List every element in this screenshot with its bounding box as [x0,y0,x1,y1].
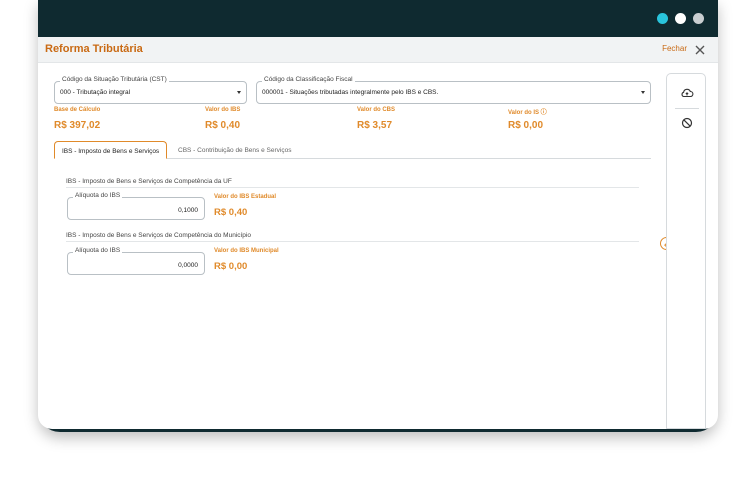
aliquota-ibs-uf-label: Alíquota do IBS [73,192,123,199]
dot-indicator[interactable] [675,13,686,24]
cloud-upload-icon[interactable] [680,86,694,100]
valor-ibs-estadual-label: Valor do IBS Estadual [214,194,277,200]
chevron-down-icon [641,91,645,94]
valor-cbs-value: R$ 3,57 [357,120,393,131]
classificacao-fiscal-label: Código da Classificação Fiscal [262,76,355,83]
classificacao-fiscal-value: 000001 - Situações tributadas integralme… [262,89,439,96]
close-icon[interactable] [694,44,706,56]
valor-ibs-label: Valor do IBS [205,107,241,113]
valor-cbs-label: Valor do CBS [357,107,396,113]
section-divider [66,187,639,188]
block-icon[interactable] [680,116,694,130]
cst-select[interactable]: Código da Situação Tributária (CST) 000 … [54,76,247,104]
valor-ibs-estadual-value: R$ 0,40 [214,207,248,218]
dot-indicator[interactable] [693,13,704,24]
valor-is-label: Valor do IS ⓘ [508,110,547,116]
modal-header: Reforma Tributária Fechar [38,37,718,63]
base-calculo-value: R$ 397,02 [54,120,101,131]
valor-ibs-value: R$ 0,40 [205,120,241,131]
classificacao-fiscal-select[interactable]: Código da Classificação Fiscal 000001 - … [256,76,651,104]
sidebar-divider [675,108,699,109]
ibs-uf-section-title: IBS - Imposto de Bens e Serviços de Comp… [66,178,232,185]
aliquota-ibs-uf-value: 0,1000 [178,207,198,214]
tab-cbs[interactable]: CBS - Contribuição de Bens e Serviços [171,141,298,159]
ibs-municipio-section-title: IBS - Imposto de Bens e Serviços de Comp… [66,232,251,239]
modal-title: Reforma Tributária [45,43,143,55]
modal-window: Reforma Tributária Fechar Código da Situ… [38,37,718,429]
tab-ibs[interactable]: IBS - Imposto de Bens e Serviços [54,141,168,159]
dot-indicator-active[interactable] [657,13,668,24]
tab-cbs-label: CBS - Contribuição de Bens e Serviços [178,147,292,154]
aliquota-ibs-municipio-value: 0,0000 [178,262,198,269]
section-divider [66,241,639,242]
aliquota-ibs-municipio-input[interactable]: Alíquota do IBS 0,0000 [67,247,205,275]
valor-is-value: R$ 0,00 [508,120,544,131]
valor-ibs-municipal-value: R$ 0,00 [214,261,248,272]
close-label[interactable]: Fechar [662,44,687,53]
valor-ibs-municipal-label: Valor do IBS Municipal [214,248,279,254]
base-calculo-label: Base de Cálculo [54,107,101,113]
aliquota-ibs-municipio-label: Alíquota do IBS [73,247,123,254]
window-dots [657,13,704,24]
cst-label: Código da Situação Tributária (CST) [60,76,169,83]
action-sidebar [666,73,706,429]
cst-value: 000 - Tributação integral [60,89,131,96]
tab-ibs-label: IBS - Imposto de Bens e Serviços [62,148,160,155]
chevron-down-icon [237,91,241,94]
aliquota-ibs-uf-input[interactable]: Alíquota do IBS 0,1000 [67,192,205,220]
